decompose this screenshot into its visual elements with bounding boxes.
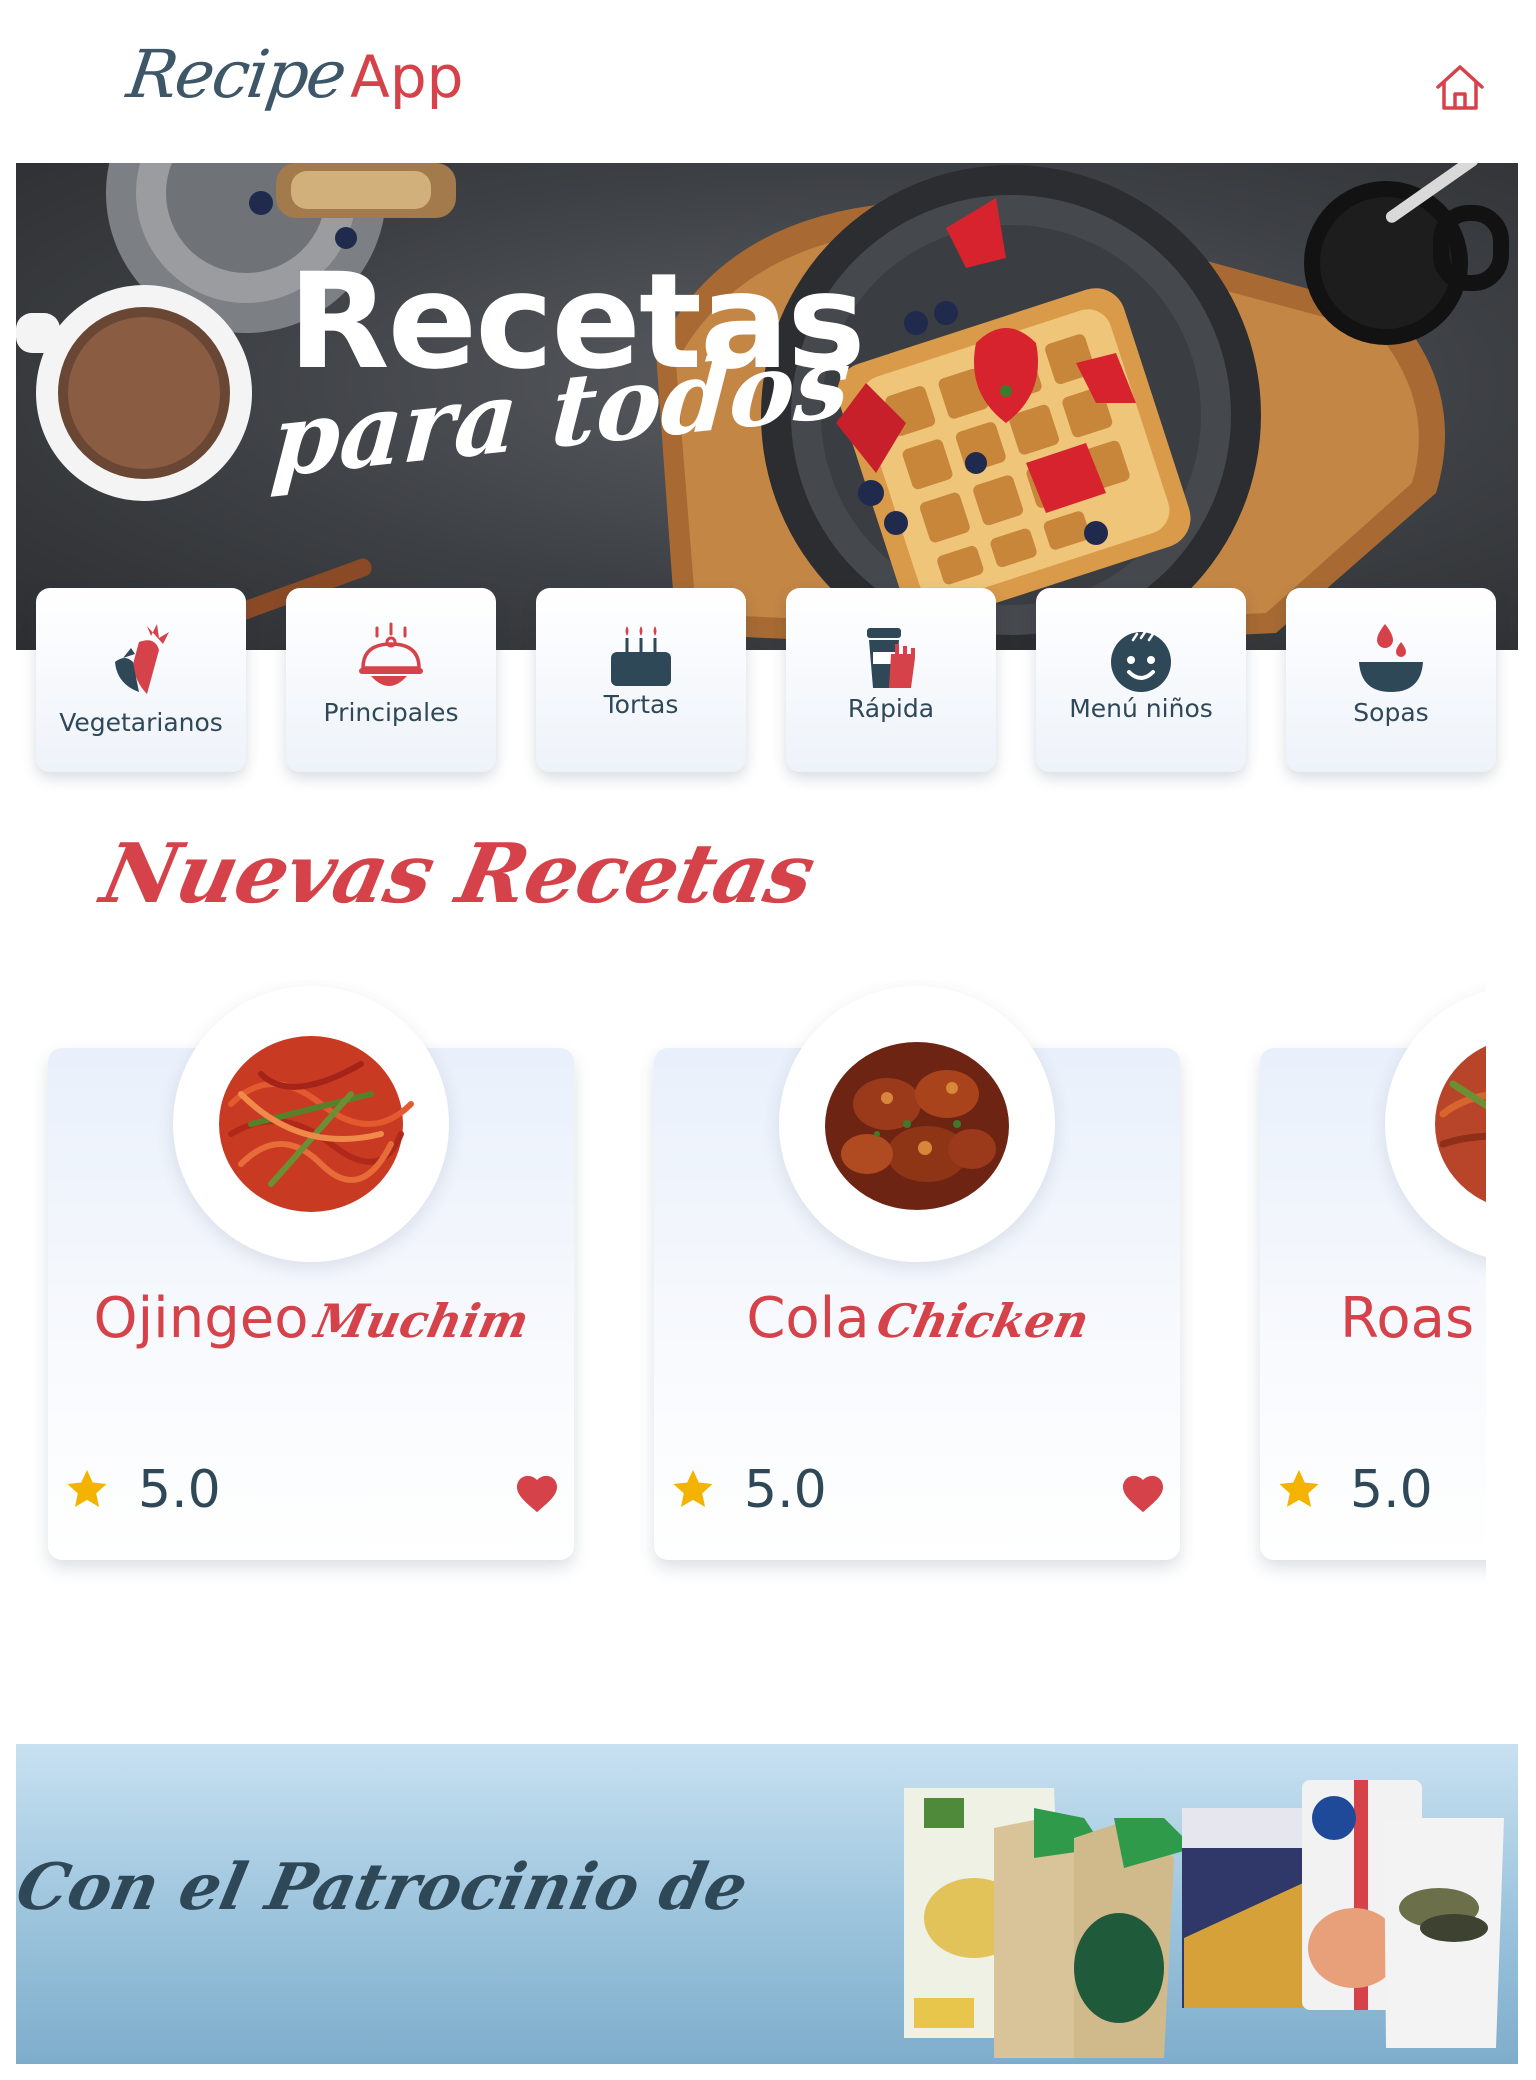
- cake-icon: [611, 626, 671, 686]
- serving-dish-icon: [359, 622, 423, 686]
- app-header: Recipe App: [0, 0, 1536, 163]
- recipe-title-main: Ojingeo: [93, 1286, 309, 1351]
- recipe-rating: 5.0: [138, 1460, 221, 1520]
- logo-app-text: App: [350, 43, 464, 111]
- sponsor-banner[interactable]: Con el Patrocinio de: [16, 1744, 1518, 2064]
- category-vegetarianos[interactable]: Vegetarianos: [36, 588, 246, 772]
- fast-food-icon: [867, 628, 915, 688]
- recipe-title-main: Cola: [746, 1286, 870, 1351]
- section-title: Nuevas Recetas: [93, 826, 823, 922]
- recipe-image[interactable]: [1385, 986, 1486, 1262]
- recipe-title-script: Muchim: [310, 1294, 535, 1348]
- hero-banner: Recetas para todos: [16, 163, 1518, 650]
- carrot-icon: [115, 624, 169, 694]
- recipe-title-script: Chicken: [871, 1294, 1094, 1348]
- sponsor-products-image: [904, 1780, 1504, 2058]
- category-label: Menú niños: [1069, 694, 1213, 723]
- recipe-image[interactable]: [779, 986, 1055, 1262]
- category-label: Tortas: [603, 690, 679, 719]
- recipe-rating: 5.0: [744, 1460, 827, 1520]
- soup-bowl-icon: [1359, 624, 1423, 692]
- star-icon: [67, 1469, 107, 1508]
- star-icon: [1279, 1469, 1319, 1508]
- recipe-image[interactable]: [173, 986, 449, 1262]
- recipe-carousel[interactable]: OjingeoMuchim 5.0 ColaChicken 5.0 Roas 5…: [30, 980, 1486, 1600]
- category-sopas[interactable]: Sopas: [1286, 588, 1496, 772]
- recipe-title[interactable]: ColaChicken: [654, 1286, 1180, 1351]
- recipe-card[interactable]: OjingeoMuchim 5.0: [48, 986, 574, 1560]
- app-logo[interactable]: Recipe App: [123, 36, 464, 113]
- category-label: Principales: [323, 698, 459, 727]
- category-principales[interactable]: Principales: [286, 588, 496, 772]
- recipe-title[interactable]: Roas: [1260, 1286, 1486, 1351]
- recipe-photo-cola-chicken: [825, 1042, 1009, 1210]
- recipe-rating: 5.0: [1350, 1460, 1433, 1520]
- logo-script-text: Recipe: [122, 36, 350, 113]
- category-label: Sopas: [1353, 698, 1429, 727]
- recipe-photo-roast: [1435, 1045, 1486, 1203]
- category-label: Rápida: [847, 694, 935, 723]
- recipe-card[interactable]: ColaChicken 5.0: [654, 986, 1180, 1560]
- recipe-photo-ojingeo: [219, 1036, 414, 1212]
- category-list: Vegetarianos Principales Tortas Rápida M…: [36, 588, 1500, 772]
- category-tortas[interactable]: Tortas: [536, 588, 746, 772]
- recipe-card[interactable]: Roas 5.0: [1260, 986, 1486, 1560]
- star-icon: [673, 1469, 713, 1508]
- category-label: Vegetarianos: [59, 708, 223, 737]
- home-button[interactable]: [1432, 60, 1488, 116]
- category-rapida[interactable]: Rápida: [786, 588, 996, 772]
- category-menu-ninos[interactable]: Menú niños: [1036, 588, 1246, 772]
- heart-icon[interactable]: [1120, 1472, 1166, 1514]
- home-icon: [1436, 65, 1484, 110]
- recipe-title[interactable]: OjingeoMuchim: [48, 1286, 574, 1351]
- child-face-icon: [1111, 630, 1171, 692]
- heart-icon[interactable]: [514, 1472, 560, 1514]
- sponsor-text: Con el Patrocinio de: [16, 1850, 755, 1925]
- recipe-title-main: Roas: [1340, 1286, 1475, 1351]
